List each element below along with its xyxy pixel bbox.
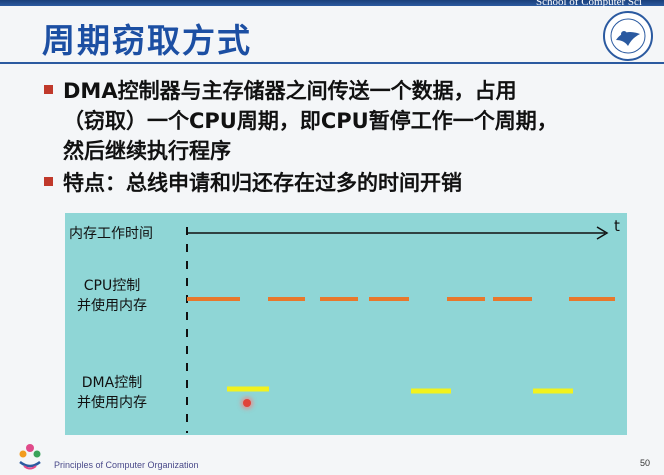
dma-label: DMA控制 并使用内存 bbox=[77, 373, 147, 413]
cpu-label-line: 并使用内存 bbox=[77, 298, 147, 314]
university-logo-icon bbox=[603, 11, 653, 61]
slide-title: 周期窃取方式 bbox=[42, 21, 252, 60]
title-divider bbox=[0, 62, 664, 64]
bullet-line: 特点：总线申请和归还存在过多的时间开销 bbox=[63, 171, 462, 195]
bullet-line: DMA控制器与主存储器之间传送一个数据，占用 bbox=[63, 79, 517, 103]
timing-lines bbox=[186, 226, 615, 433]
bullet-line: 然后继续执行程序 bbox=[63, 139, 231, 163]
course-name: Principles of Computer Organization bbox=[54, 460, 199, 470]
bullet-dma-description: DMA控制器与主存储器之间传送一个数据，占用 （窃取）一个CPU周期，即CPU暂… bbox=[44, 76, 654, 166]
bullet-feature: 特点：总线申请和归还存在过多的时间开销 bbox=[44, 168, 462, 198]
school-name: School of Computer Sci bbox=[535, 0, 642, 8]
dma-segments bbox=[227, 386, 573, 394]
time-symbol: t bbox=[614, 217, 620, 235]
pointer-cursor bbox=[243, 399, 251, 407]
dma-label-line: 并使用内存 bbox=[77, 395, 147, 411]
bullet-marker bbox=[44, 176, 53, 186]
bullet-marker bbox=[44, 84, 53, 94]
cpu-label: CPU控制 并使用内存 bbox=[77, 276, 147, 316]
page-number: 50 bbox=[640, 458, 651, 468]
course-logo-icon bbox=[19, 444, 41, 470]
cycle-stealing-diagram: 内存工作时间 t CPU控制 并使用内存 DMA控制 并使用内存 bbox=[65, 213, 627, 435]
cpu-label-line: CPU控制 bbox=[83, 278, 141, 294]
bullet-line: （窃取）一个CPU周期，即CPU暂停工作一个周期， bbox=[63, 109, 558, 133]
dma-label-line: DMA控制 bbox=[81, 375, 143, 391]
axis-label: 内存工作时间 bbox=[69, 226, 153, 242]
